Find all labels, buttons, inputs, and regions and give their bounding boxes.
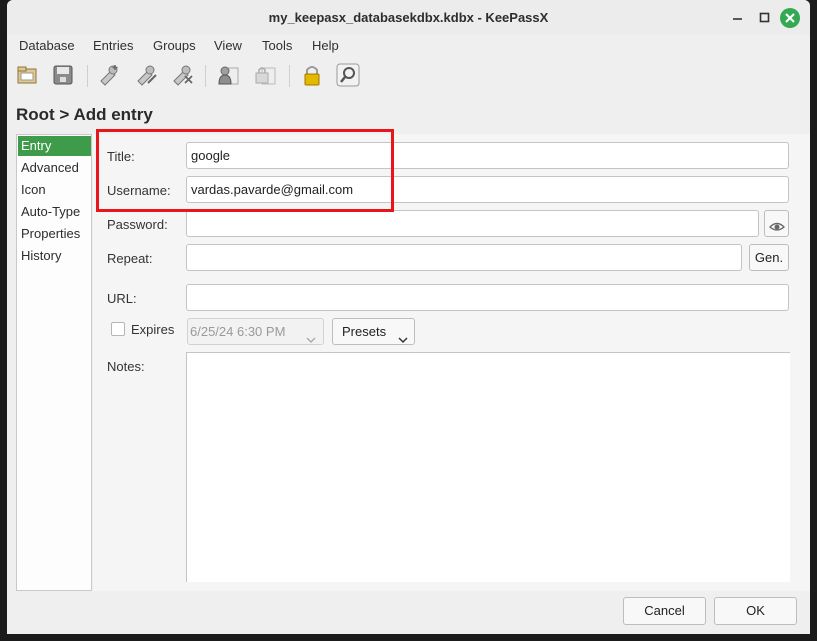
sidebar-item-properties[interactable]: Properties xyxy=(18,224,91,244)
toolbar-separator xyxy=(289,65,290,87)
window-title: my_keepasx_databasekdbx.kdbx - KeePassX xyxy=(268,10,549,25)
menu-help[interactable]: Help xyxy=(312,38,339,53)
copy-username-icon[interactable] xyxy=(216,63,240,87)
lock-database-icon[interactable] xyxy=(300,63,324,87)
url-input[interactable] xyxy=(186,284,789,311)
presets-dropdown[interactable]: Presets xyxy=(332,318,415,345)
ok-button[interactable]: OK xyxy=(714,597,797,625)
password-label: Password: xyxy=(107,217,168,232)
highlight-box xyxy=(96,129,394,212)
toolbar xyxy=(7,58,810,94)
expiry-datetime-field[interactable]: 6/25/24 6:30 PM xyxy=(187,318,324,345)
url-label: URL: xyxy=(107,291,137,306)
chevron-down-icon xyxy=(306,327,316,352)
minimize-icon[interactable] xyxy=(729,9,747,27)
open-database-icon[interactable] xyxy=(15,63,39,87)
sidebar-item-entry[interactable]: Entry xyxy=(18,136,91,156)
expires-label: Expires xyxy=(131,322,175,337)
title-bar: my_keepasx_databasekdbx.kdbx - KeePassX xyxy=(7,0,810,35)
toggle-password-visibility-button[interactable] xyxy=(764,210,789,237)
menu-database[interactable]: Database xyxy=(19,38,75,53)
toolbar-separator xyxy=(87,65,88,87)
maximize-icon[interactable] xyxy=(756,9,774,27)
notes-textarea[interactable] xyxy=(186,352,790,582)
menu-entries[interactable]: Entries xyxy=(93,38,133,53)
menu-tools[interactable]: Tools xyxy=(262,38,292,53)
generate-password-button[interactable]: Gen. xyxy=(749,244,789,271)
menu-view[interactable]: View xyxy=(214,38,242,53)
chevron-down-icon xyxy=(398,327,408,352)
copy-password-icon[interactable] xyxy=(253,63,277,87)
sidebar-item-advanced[interactable]: Advanced xyxy=(18,158,91,178)
search-icon[interactable] xyxy=(336,63,360,87)
edit-entry-icon[interactable] xyxy=(134,63,158,87)
dialog-button-bar: Cancel OK xyxy=(7,591,810,634)
menu-groups[interactable]: Groups xyxy=(153,38,196,53)
delete-entry-icon[interactable] xyxy=(170,63,194,87)
keepassx-window: my_keepasx_databasekdbx.kdbx - KeePassX … xyxy=(7,0,810,634)
notes-label: Notes: xyxy=(107,359,145,374)
menu-bar: Database Entries Groups View Tools Help xyxy=(7,35,810,57)
repeat-password-input[interactable] xyxy=(186,244,742,271)
add-entry-icon[interactable] xyxy=(97,63,121,87)
expiry-datetime-value: 6/25/24 6:30 PM xyxy=(190,324,286,339)
sidebar-item-auto-type[interactable]: Auto-Type xyxy=(18,202,91,222)
expires-checkbox[interactable] xyxy=(111,322,125,336)
repeat-label: Repeat: xyxy=(107,251,153,266)
password-input[interactable] xyxy=(186,210,759,237)
page-heading: Root > Add entry xyxy=(16,105,153,124)
sidebar-item-history[interactable]: History xyxy=(18,246,91,266)
save-database-icon[interactable] xyxy=(51,63,75,87)
entry-category-list: Entry Advanced Icon Auto-Type Properties… xyxy=(16,134,92,591)
toolbar-separator xyxy=(205,65,206,87)
sidebar-item-icon[interactable]: Icon xyxy=(18,180,91,200)
cancel-button[interactable]: Cancel xyxy=(623,597,706,625)
eye-icon xyxy=(768,216,785,241)
close-icon[interactable] xyxy=(780,8,800,28)
presets-label: Presets xyxy=(342,324,387,339)
